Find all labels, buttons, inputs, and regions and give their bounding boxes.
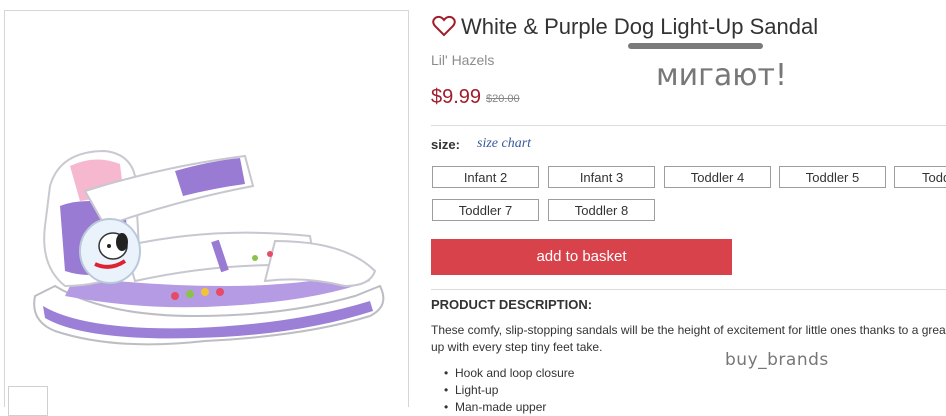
divider <box>431 125 946 126</box>
size-label: size: <box>431 137 460 152</box>
product-title: White & Purple Dog Light-Up Sandal <box>461 14 819 39</box>
product-brand[interactable]: Lil' Hazels <box>431 52 494 68</box>
size-chart-link[interactable]: size chart <box>477 136 531 152</box>
description-heading: PRODUCT DESCRIPTION: <box>431 297 593 312</box>
description-text: These comfy, slip-stopping sandals will … <box>431 322 946 356</box>
size-option-infant-3[interactable]: Infant 3 <box>548 166 655 188</box>
feature-item: Man-made upper <box>444 399 574 416</box>
description-line: up with every step tiny feet take. <box>431 340 603 354</box>
product-image-frame <box>4 10 409 407</box>
feature-item: Hook and loop closure <box>444 365 574 382</box>
size-option-toddler-4[interactable]: Toddler 4 <box>664 166 771 188</box>
feature-item: Light-up <box>444 382 574 399</box>
size-option-toddler-5[interactable]: Toddler 5 <box>779 166 886 188</box>
description-line: These comfy, slip-stopping sandals will … <box>431 323 946 337</box>
annotation-text: мигают! <box>656 58 788 93</box>
size-option-toddler-6[interactable]: Toddler 6 <box>894 166 946 188</box>
annotation-underline <box>628 43 763 49</box>
add-to-basket-button[interactable]: add to basket <box>431 239 732 275</box>
product-price: $9.99 <box>431 86 482 108</box>
product-image[interactable] <box>25 146 395 361</box>
size-option-toddler-7[interactable]: Toddler 7 <box>432 199 539 221</box>
original-price: $20.00 <box>486 93 520 105</box>
size-option-infant-2[interactable]: Infant 2 <box>432 166 539 188</box>
feature-list: Hook and loop closure Light-up Man-made … <box>444 365 574 416</box>
heart-icon[interactable] <box>432 15 456 37</box>
watermark: buy_brands <box>725 350 829 370</box>
divider <box>431 289 946 290</box>
product-thumbnail[interactable] <box>8 386 48 416</box>
size-option-toddler-8[interactable]: Toddler 8 <box>548 199 655 221</box>
